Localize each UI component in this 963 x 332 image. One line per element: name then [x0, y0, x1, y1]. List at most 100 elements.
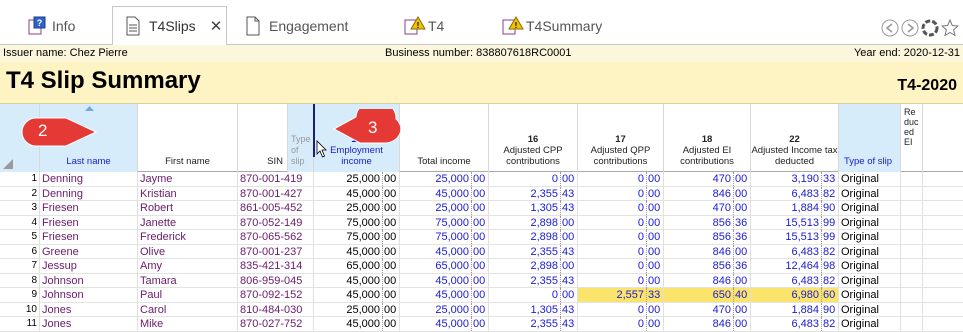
ei-cell[interactable]: 846 00 — [664, 244, 751, 259]
last-name-cell[interactable]: Jessup — [40, 259, 138, 273]
reduced-ei-cell[interactable] — [901, 230, 923, 244]
first-name-cell[interactable]: Carol — [138, 302, 238, 317]
first-name-cell[interactable]: Kristian — [138, 186, 238, 201]
total-income-cell[interactable]: 45,000 00 — [400, 244, 489, 259]
tab-t4summary[interactable]: ! T4Summary — [502, 6, 602, 45]
last-name-cell[interactable]: Denning — [40, 172, 138, 186]
first-name-cell[interactable]: Frederick — [138, 230, 238, 244]
cpp-cell[interactable]: 2,355 43 — [489, 317, 578, 331]
type-of-slip-cell[interactable]: Original — [839, 259, 901, 273]
ei-cell[interactable]: 846 00 — [664, 317, 751, 331]
tab-info[interactable]: ? Info — [28, 6, 75, 45]
reduced-ei-cell[interactable] — [901, 244, 923, 259]
table-row[interactable]: 6 Greene Olive 870-001-237 45,000 00 45,000 00 2… — [0, 244, 963, 259]
type-of-slip-cell[interactable]: Original — [839, 244, 901, 259]
sin-cell[interactable]: 806-959-045 — [238, 273, 314, 288]
sin-cell[interactable]: 835-421-314 — [238, 259, 314, 273]
employment-income-cell[interactable]: 25,000 00 — [314, 201, 400, 215]
reduced-ei-cell[interactable] — [901, 302, 923, 317]
last-name-cell[interactable]: Greene — [40, 244, 138, 259]
back-icon[interactable] — [881, 19, 899, 37]
first-name-cell[interactable]: Mike — [138, 317, 238, 331]
income-tax-cell[interactable]: 6,483 82 — [751, 186, 839, 201]
total-income-cell[interactable]: 45,000 00 — [400, 186, 489, 201]
total-income-cell[interactable]: 75,000 00 — [400, 215, 489, 230]
col-header-type-of-slip-dragging[interactable]: Type of slip — [288, 104, 314, 172]
qpp-cell[interactable]: 0 00 — [578, 259, 664, 273]
col-header-reduced-ei[interactable]: Reduced EI — [901, 104, 923, 172]
tab-t4[interactable]: ! T4 — [404, 6, 444, 45]
row-number-cell[interactable]: 3 — [0, 201, 40, 215]
income-tax-cell[interactable]: 6,980 60 — [751, 288, 839, 302]
row-number-cell[interactable]: 6 — [0, 244, 40, 259]
income-tax-cell[interactable]: 6,483 82 — [751, 317, 839, 331]
reduced-ei-cell[interactable] — [901, 259, 923, 273]
sin-cell[interactable]: 870-092-152 — [238, 288, 314, 302]
table-row[interactable]: 11 Jones Mike 870-027-752 45,000 00 45,000 00 2,… — [0, 317, 963, 332]
total-income-cell[interactable]: 25,000 00 — [400, 201, 489, 215]
cpp-cell[interactable]: 1,305 43 — [489, 302, 578, 317]
total-income-cell[interactable]: 45,000 00 — [400, 273, 489, 288]
last-name-cell[interactable]: Denning — [40, 186, 138, 201]
income-tax-cell[interactable]: 15,513 99 — [751, 215, 839, 230]
income-tax-cell[interactable]: 12,464 98 — [751, 259, 839, 273]
employment-income-cell[interactable]: 45,000 00 — [314, 317, 400, 331]
last-name-cell[interactable]: Jones — [40, 317, 138, 331]
first-name-cell[interactable]: Tamara — [138, 273, 238, 288]
reduced-ei-cell[interactable] — [901, 288, 923, 302]
income-tax-cell[interactable]: 15,513 99 — [751, 230, 839, 244]
col-header-sin[interactable]: SIN — [238, 104, 288, 172]
ei-cell[interactable]: 470 00 — [664, 201, 751, 215]
reduced-ei-cell[interactable] — [901, 172, 923, 186]
employment-income-cell[interactable]: 45,000 00 — [314, 186, 400, 201]
cpp-cell[interactable]: 2,898 00 — [489, 215, 578, 230]
sin-cell[interactable]: 861-005-452 — [238, 201, 314, 215]
table-row[interactable]: 9 Johnson Paul 870-092-152 45,000 00 45,000 00 0… — [0, 288, 963, 303]
cpp-cell[interactable]: 2,898 00 — [489, 259, 578, 273]
tab-t4slips[interactable]: T4Slips ✕ — [112, 6, 227, 46]
col-header-type-of-slip[interactable]: Type of slip — [839, 104, 901, 172]
col-header-total-income[interactable]: Total income — [400, 104, 489, 172]
total-income-cell[interactable]: 25,000 00 — [400, 172, 489, 186]
row-number-cell[interactable]: 11 — [0, 317, 40, 331]
sin-cell[interactable]: 810-484-030 — [238, 302, 314, 317]
type-of-slip-cell[interactable]: Original — [839, 273, 901, 288]
row-number-cell[interactable]: 8 — [0, 273, 40, 288]
sin-cell[interactable]: 870-001-419 — [238, 172, 314, 186]
reduced-ei-cell[interactable] — [901, 215, 923, 230]
row-number-cell[interactable]: 1 — [0, 172, 40, 186]
cpp-cell[interactable]: 1,305 43 — [489, 201, 578, 215]
ei-cell[interactable]: 470 00 — [664, 302, 751, 317]
table-row[interactable]: 5 Friesen Frederick 870-065-562 75,000 00 75,0… — [0, 230, 963, 245]
first-name-cell[interactable]: Amy — [138, 259, 238, 273]
sin-cell[interactable]: 870-001-427 — [238, 186, 314, 201]
qpp-cell[interactable]: 0 00 — [578, 244, 664, 259]
reduced-ei-cell[interactable] — [901, 201, 923, 215]
reduced-ei-cell[interactable] — [901, 317, 923, 331]
cpp-cell[interactable]: 2,355 43 — [489, 244, 578, 259]
sin-cell[interactable]: 870-052-149 — [238, 215, 314, 230]
table-row[interactable]: 7 Jessup Amy 835-421-314 65,000 00 65,000 00 2,8… — [0, 259, 963, 274]
first-name-cell[interactable]: Janette — [138, 215, 238, 230]
type-of-slip-cell[interactable]: Original — [839, 172, 901, 186]
employment-income-cell[interactable]: 45,000 00 — [314, 288, 400, 302]
employment-income-cell[interactable]: 65,000 00 — [314, 259, 400, 273]
type-of-slip-cell[interactable]: Original — [839, 186, 901, 201]
type-of-slip-cell[interactable]: Original — [839, 288, 901, 302]
cpp-cell[interactable]: 0 00 — [489, 172, 578, 186]
type-of-slip-cell[interactable]: Original — [839, 215, 901, 230]
row-number-cell[interactable]: 5 — [0, 230, 40, 244]
col-header-income-tax[interactable]: 22 Adjusted Income tax deducted — [751, 104, 839, 172]
type-of-slip-cell[interactable]: Original — [839, 201, 901, 215]
last-name-cell[interactable]: Jones — [40, 302, 138, 317]
total-income-cell[interactable]: 75,000 00 — [400, 230, 489, 244]
star-icon[interactable] — [940, 18, 960, 37]
row-number-cell[interactable]: 9 — [0, 288, 40, 302]
reduced-ei-cell[interactable] — [901, 186, 923, 201]
last-name-cell[interactable]: Friesen — [40, 215, 138, 230]
row-number-cell[interactable]: 2 — [0, 186, 40, 201]
income-tax-cell[interactable]: 3,190 33 — [751, 172, 839, 186]
sin-cell[interactable]: 870-065-562 — [238, 230, 314, 244]
sin-cell[interactable]: 870-001-237 — [238, 244, 314, 259]
table-row[interactable]: 4 Friesen Janette 870-052-149 75,000 00 75,000… — [0, 215, 963, 230]
